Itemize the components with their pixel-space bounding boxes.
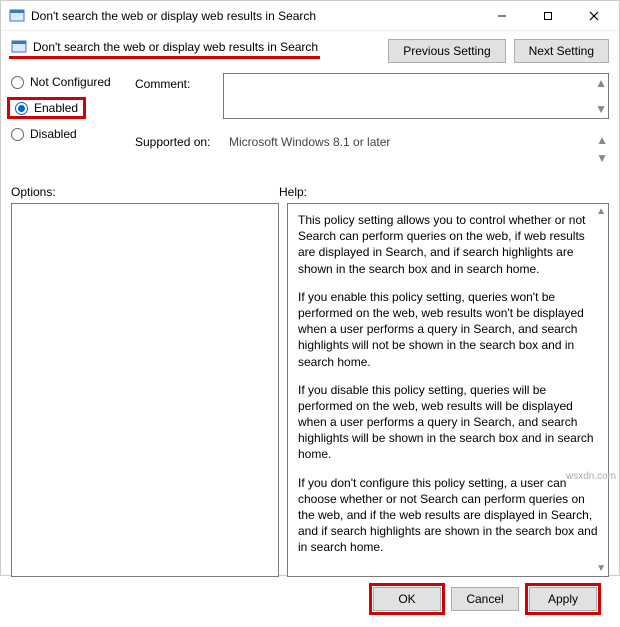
- policy-app-icon: [9, 8, 25, 24]
- titlebar: Don't search the web or display web resu…: [1, 1, 619, 31]
- scroll-down-icon: ▼: [596, 151, 608, 165]
- policy-icon: [11, 39, 27, 55]
- supported-on-text: Microsoft Windows 8.1 or later ▲▼: [223, 131, 609, 167]
- radio-disabled[interactable]: Disabled: [11, 127, 121, 141]
- help-pane[interactable]: ▲ This policy setting allows you to cont…: [287, 203, 609, 577]
- comment-label: Comment:: [135, 73, 215, 119]
- apply-button[interactable]: Apply: [529, 587, 597, 611]
- scroll-up-icon: ▲: [596, 206, 606, 217]
- radio-label: Disabled: [30, 127, 77, 141]
- scroll-down-icon: ▼: [595, 102, 607, 116]
- radio-enabled[interactable]: Enabled: [15, 101, 78, 115]
- close-button[interactable]: [571, 1, 617, 31]
- radio-icon: [11, 128, 24, 141]
- cancel-button[interactable]: Cancel: [451, 587, 519, 611]
- minimize-button[interactable]: [479, 1, 525, 31]
- window-controls: [479, 1, 617, 31]
- policy-title-area: Don't search the web or display web resu…: [11, 39, 318, 59]
- highlight-underline: [9, 56, 320, 59]
- radio-icon: [11, 76, 24, 89]
- next-setting-button[interactable]: Next Setting: [514, 39, 609, 63]
- supported-label: Supported on:: [135, 131, 215, 167]
- watermark: wsxdn.com: [566, 471, 616, 482]
- options-pane[interactable]: [11, 203, 279, 577]
- radio-label: Enabled: [34, 101, 78, 115]
- radio-not-configured[interactable]: Not Configured: [11, 75, 121, 89]
- scroll-down-icon: ▼: [596, 563, 606, 574]
- policy-title: Don't search the web or display web resu…: [33, 40, 318, 54]
- comment-textarea[interactable]: ▲▼: [223, 73, 609, 119]
- window-title: Don't search the web or display web resu…: [31, 9, 479, 23]
- scroll-up-icon: ▲: [596, 133, 608, 147]
- options-label: Options:: [11, 185, 279, 199]
- ok-button[interactable]: OK: [373, 587, 441, 611]
- maximize-button[interactable]: [525, 1, 571, 31]
- scroll-up-icon: ▲: [595, 76, 607, 90]
- help-text: This policy setting allows you to contro…: [298, 212, 598, 556]
- help-label: Help:: [279, 185, 307, 199]
- radio-label: Not Configured: [30, 75, 111, 89]
- previous-setting-button[interactable]: Previous Setting: [388, 39, 505, 63]
- radio-icon-selected: [15, 102, 28, 115]
